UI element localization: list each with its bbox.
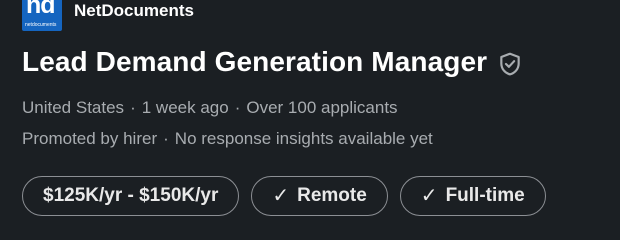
- shield-check-icon[interactable]: [497, 51, 523, 77]
- logo-subtext: netdocuments: [25, 22, 57, 28]
- job-location: United States: [22, 98, 125, 117]
- job-title: Lead Demand Generation Manager: [22, 46, 488, 77]
- promoted-label: Promoted by hirer: [22, 129, 158, 148]
- job-meta-line: United States · 1 week ago · Over 100 applic…: [22, 98, 398, 118]
- separator: ·: [163, 129, 169, 148]
- remote-label: Remote: [297, 185, 367, 206]
- logo-mark: nd: [26, 0, 56, 19]
- company-logo[interactable]: nd netdocuments: [22, 0, 62, 31]
- job-attribute-pills: $125K/yr - $150K/yr ✓ Remote ✓ Full-time: [22, 176, 546, 216]
- salary-label: $125K/yr - $150K/yr: [43, 185, 219, 206]
- fulltime-pill[interactable]: ✓ Full-time: [399, 176, 546, 216]
- title-row: Lead Demand Generation Manager: [22, 46, 523, 78]
- applicant-count: Over 100 applicants: [246, 98, 398, 117]
- job-posted-time: 1 week ago: [141, 98, 229, 117]
- check-icon: ✓: [272, 185, 290, 207]
- salary-pill[interactable]: $125K/yr - $150K/yr: [22, 176, 240, 216]
- remote-pill[interactable]: ✓ Remote: [251, 176, 388, 216]
- company-row: nd netdocuments NetDocuments: [22, 0, 194, 31]
- company-name-link[interactable]: NetDocuments: [74, 1, 194, 21]
- separator: ·: [234, 98, 241, 117]
- response-insights: No response insights available yet: [174, 129, 433, 148]
- separator: ·: [130, 98, 136, 117]
- check-icon: ✓: [420, 185, 438, 207]
- job-promo-line: Promoted by hirer · No response insights a…: [22, 129, 433, 149]
- fulltime-label: Full-time: [445, 185, 525, 206]
- job-header-card: nd netdocuments NetDocuments Lead Demand…: [0, 0, 620, 216]
